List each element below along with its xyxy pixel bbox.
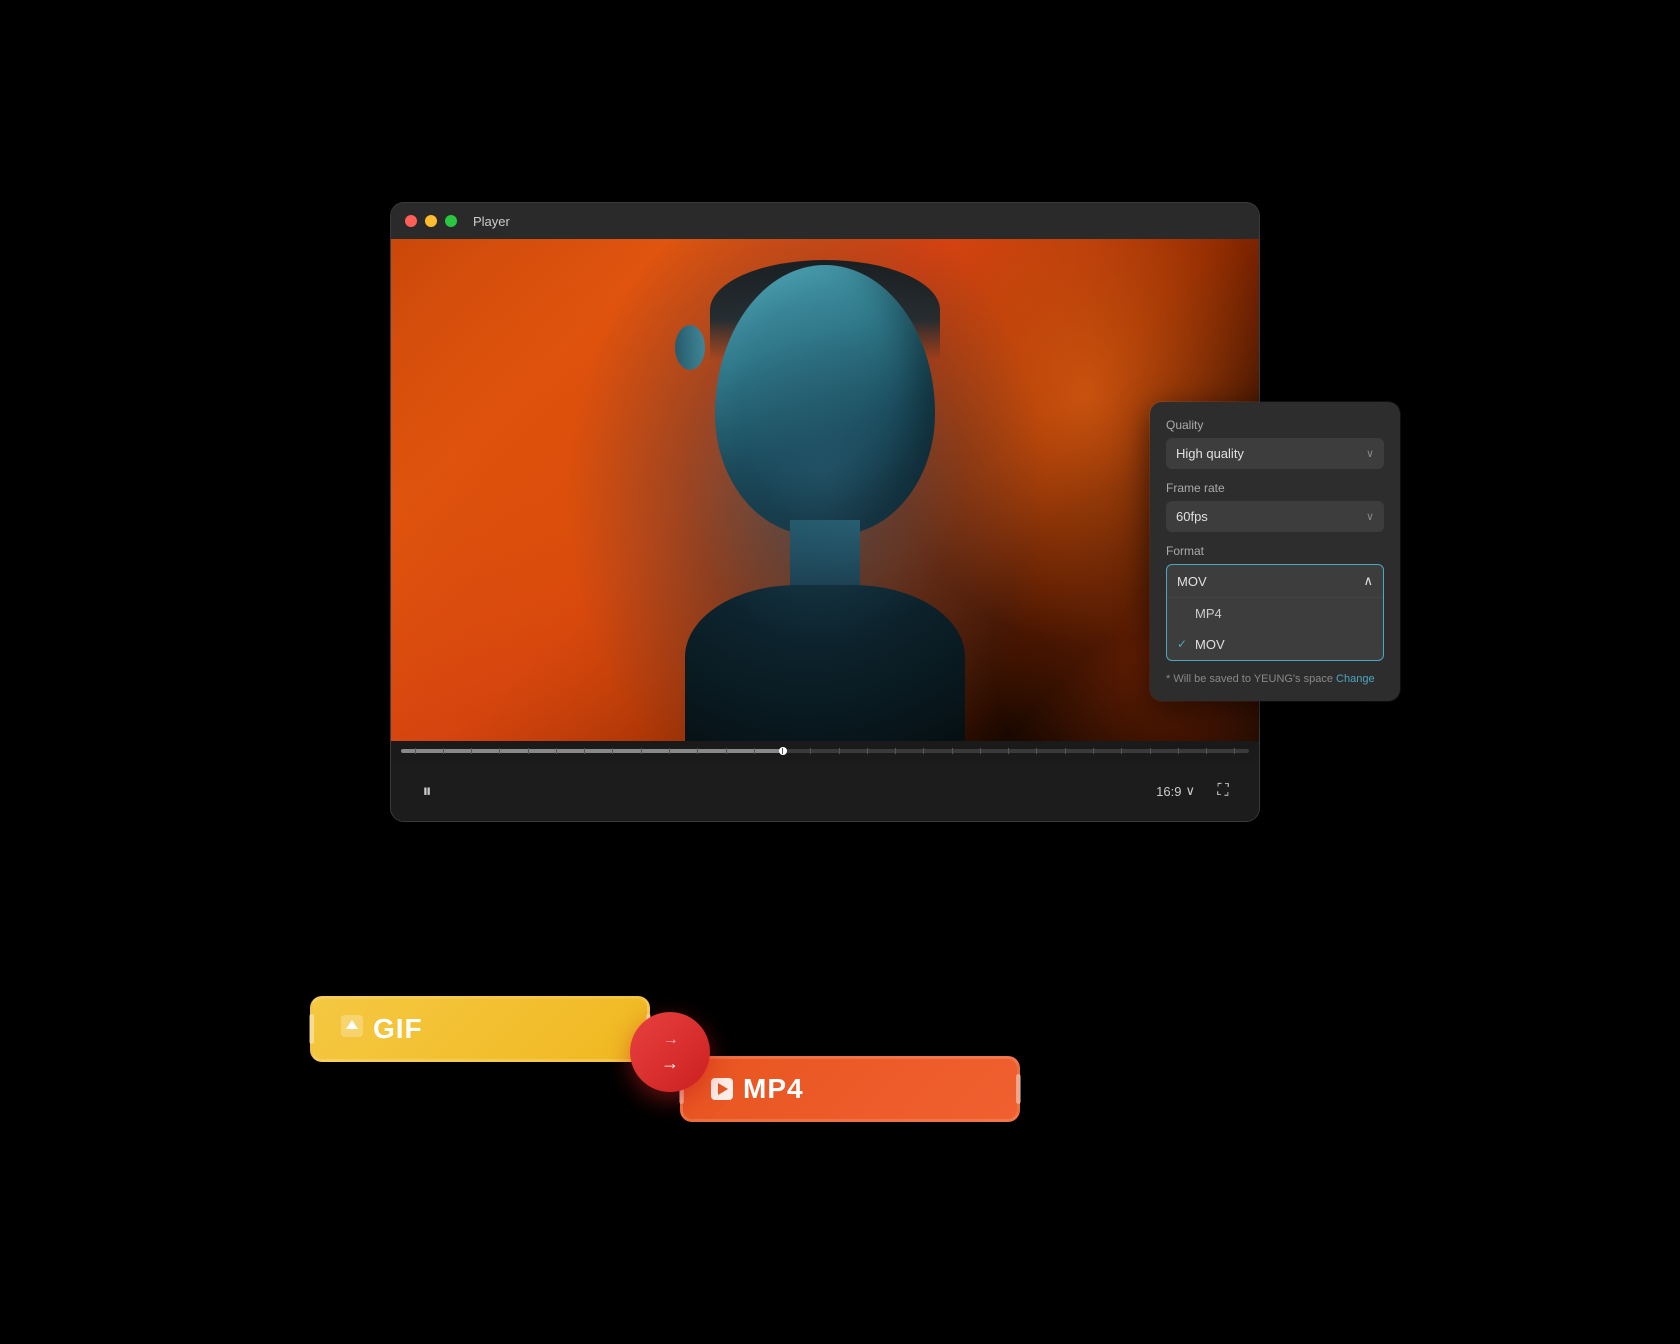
- save-note-text: * Will be saved to YEUNG's space: [1166, 673, 1333, 685]
- player-title: Player: [473, 214, 510, 229]
- player-titlebar: Player: [391, 203, 1259, 239]
- aspect-ratio-label: 16:9: [1156, 784, 1181, 799]
- face-overlay: [391, 239, 1259, 761]
- change-link[interactable]: Change: [1336, 673, 1375, 685]
- format-option-mp4[interactable]: MP4: [1167, 598, 1383, 629]
- format-value: MOV: [1177, 574, 1207, 589]
- close-dot[interactable]: [405, 215, 417, 227]
- format-option-mov[interactable]: MOV: [1167, 629, 1383, 660]
- aspect-ratio-control[interactable]: 16:9 ∨: [1156, 783, 1195, 799]
- play-triangle: [718, 1083, 728, 1095]
- quality-panel: Quality High quality ∨ Frame rate 60fps …: [1150, 402, 1400, 701]
- mp4-play-icon: [711, 1078, 733, 1100]
- format-dropdown-header[interactable]: MOV ∧: [1167, 565, 1383, 598]
- framerate-select[interactable]: 60fps ∨: [1166, 501, 1384, 532]
- timeline-marks: [401, 749, 1249, 753]
- player-window: Player: [390, 202, 1260, 822]
- format-chevron: ∧: [1363, 573, 1373, 589]
- pause-button[interactable]: ⏸: [411, 775, 443, 807]
- framerate-label: Frame rate: [1166, 481, 1384, 495]
- framerate-value: 60fps: [1176, 509, 1208, 524]
- quality-value: High quality: [1176, 446, 1244, 461]
- maximize-dot[interactable]: [445, 215, 457, 227]
- framerate-chevron: ∨: [1366, 510, 1374, 523]
- player-controls: ⏸ 16:9 ∨ ⛶: [391, 761, 1259, 821]
- convert-arrows-icon: ← →: [661, 1031, 679, 1074]
- arrow-up-icon: ←: [661, 1031, 679, 1049]
- mp4-label: MP4: [743, 1073, 804, 1105]
- convert-button[interactable]: ← →: [630, 1012, 710, 1092]
- format-dropdown[interactable]: MOV ∧ MP4 MOV: [1166, 564, 1384, 661]
- gif-label: GIF: [373, 1013, 423, 1045]
- mp4-handle-right: [1016, 1074, 1021, 1104]
- aspect-ratio-chevron: ∨: [1185, 783, 1195, 799]
- timeline-track[interactable]: [401, 749, 1249, 753]
- gif-badge[interactable]: GIF: [310, 996, 650, 1062]
- quality-chevron: ∨: [1366, 447, 1374, 460]
- arrow-right-icon: →: [661, 1053, 679, 1074]
- format-label: Format: [1166, 544, 1384, 558]
- quality-label: Quality: [1166, 418, 1384, 432]
- save-note: * Will be saved to YEUNG's space Change: [1166, 673, 1384, 685]
- gif-icon: [341, 1015, 363, 1043]
- minimize-dot[interactable]: [425, 215, 437, 227]
- mp4-badge[interactable]: MP4: [680, 1056, 1020, 1122]
- fullscreen-button[interactable]: ⛶: [1207, 775, 1239, 807]
- player-timeline[interactable]: [391, 741, 1259, 761]
- video-area: [391, 239, 1259, 761]
- quality-select[interactable]: High quality ∨: [1166, 438, 1384, 469]
- gif-handle-left: [309, 1014, 314, 1044]
